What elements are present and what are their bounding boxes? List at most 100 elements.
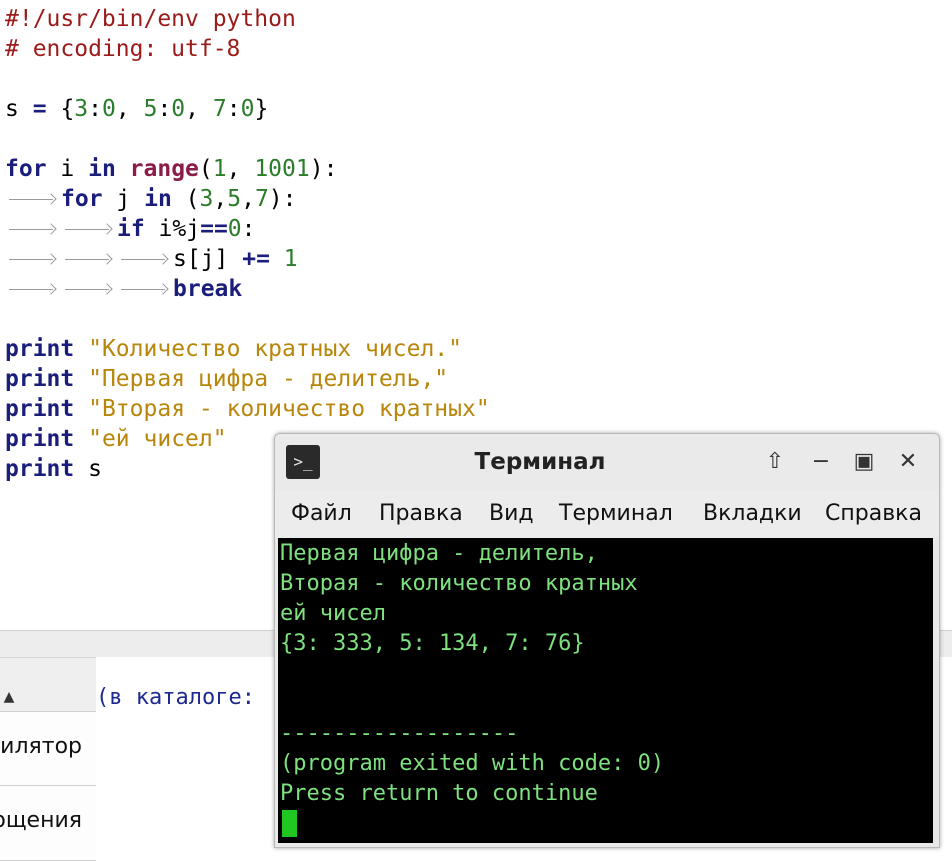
code-line-break: break: [5, 274, 242, 304]
token: i%j: [144, 216, 201, 242]
token: range: [129, 156, 199, 182]
tab-messages[interactable]: ощения: [0, 785, 96, 861]
token: for: [5, 156, 47, 182]
menu-help[interactable]: Справка: [825, 490, 922, 538]
token: s: [74, 456, 102, 482]
token: =: [32, 96, 47, 122]
token: print: [5, 426, 75, 452]
token: j: [102, 186, 145, 212]
terminal-screen[interactable]: Первая цифра - делитель, Вторая - количе…: [278, 538, 933, 843]
tab-compiler[interactable]: илятор: [0, 711, 96, 787]
token: "ей чисел": [88, 426, 227, 452]
tab-label: илятор: [0, 734, 82, 759]
token: if: [117, 216, 145, 242]
token: :: [226, 96, 241, 122]
terminal-cursor: [282, 810, 297, 837]
token: print: [5, 396, 75, 422]
menu-edit[interactable]: Правка: [379, 490, 463, 538]
tab-label: ощения: [0, 808, 82, 833]
terminal-title: Терминал: [474, 449, 606, 475]
token: :: [241, 216, 256, 242]
terminal-output-line: Вторая - количество кратных: [280, 571, 638, 596]
code-line-encoding: # encoding: utf-8: [5, 36, 241, 62]
side-tab-strip: ▲ илятор ощения: [0, 657, 96, 861]
code-line-shebang: #!/usr/bin/env python: [5, 6, 296, 32]
menu-view[interactable]: Вид: [489, 490, 534, 538]
token: ,: [226, 156, 255, 182]
code-line-print-3: print "Вторая - количество кратных": [5, 394, 490, 424]
token: :: [88, 96, 103, 122]
keep-above-button[interactable]: ⇧: [759, 446, 791, 478]
token: ,: [213, 186, 228, 212]
code-line-if: if i%j==0:: [5, 214, 256, 244]
token: ,: [241, 186, 255, 212]
token: "Первая цифра - делитель,": [88, 366, 449, 392]
token: {: [60, 96, 75, 122]
code-line-increment: s[j] += 1: [5, 244, 298, 274]
token: +=: [242, 246, 270, 272]
token: 1: [212, 156, 227, 182]
terminal-output-line: ------------------: [280, 721, 519, 746]
terminal-output-line: (program exited with code: 0): [280, 751, 665, 776]
tab-arrow-icon: [117, 244, 173, 274]
token: in: [144, 186, 172, 212]
terminal-output-line: Первая цифра - делитель,: [280, 541, 598, 566]
token: }: [254, 96, 269, 122]
token: "Количество кратных чисел.": [88, 336, 462, 362]
terminal-window[interactable]: >_ Терминал ⇧ − ▣ ✕ Файл Правка Вид Терм…: [274, 433, 940, 848]
code-line-print-2: print "Первая цифра - делитель,": [5, 364, 448, 394]
scroll-up-arrow-icon[interactable]: ▲: [0, 687, 18, 707]
terminal-menubar: Файл Правка Вид Терминал Вкладки Справка: [275, 490, 939, 538]
token: ,: [115, 96, 144, 122]
terminal-titlebar[interactable]: >_ Терминал ⇧ − ▣ ✕: [275, 434, 939, 490]
terminal-output-line: {3: 333, 5: 134, 7: 76}: [280, 631, 585, 656]
token: ,: [185, 96, 213, 122]
token: 7: [254, 186, 269, 212]
token: print: [5, 366, 75, 392]
token: 1001: [254, 156, 310, 182]
token: s: [5, 96, 19, 122]
code-line-print-1: print "Количество кратных чисел.": [5, 334, 462, 364]
token: print: [5, 456, 75, 482]
terminal-output-line: Press return to continue: [280, 781, 598, 806]
code-line-print-5: print s: [5, 454, 102, 484]
token: s[j]: [173, 246, 243, 272]
tab-arrow-icon: [5, 184, 61, 214]
terminal-output-line: ей чисел: [280, 601, 386, 626]
code-line-dict-init: s = {3:0, 5:0, 7:0}: [5, 94, 268, 124]
tab-arrow-icon: [117, 274, 173, 304]
token: ):: [309, 156, 338, 182]
compiler-output-text: (в каталоге:: [96, 685, 255, 710]
tab-arrow-icon: [61, 214, 117, 244]
close-button[interactable]: ✕: [892, 446, 924, 478]
token: 3: [199, 186, 214, 212]
token: (: [171, 186, 200, 212]
menu-file[interactable]: Файл: [291, 490, 352, 538]
menu-terminal[interactable]: Терминал: [559, 490, 673, 538]
code-line-for-i: for i in range(1, 1001):: [5, 154, 337, 184]
token: for: [61, 186, 103, 212]
token: 1: [269, 246, 298, 272]
code-line-for-j: for j in (3,5,7):: [5, 184, 297, 214]
token: 0: [240, 96, 255, 122]
token: i: [46, 156, 89, 182]
code-line-print-4: print "ей чисел": [5, 424, 227, 454]
maximize-button[interactable]: ▣: [848, 446, 880, 478]
tab-arrow-icon: [5, 214, 61, 244]
token: 7: [212, 96, 227, 122]
token: print: [5, 336, 75, 362]
tab-arrow-icon: [5, 274, 61, 304]
token: 5: [143, 96, 158, 122]
token: 0: [102, 96, 116, 122]
token: 5: [227, 186, 242, 212]
token: 3: [74, 96, 89, 122]
token: in: [88, 156, 116, 182]
token: (: [198, 156, 213, 182]
minimize-button[interactable]: −: [805, 446, 837, 478]
token: 0: [171, 96, 186, 122]
menu-tabs[interactable]: Вкладки: [703, 490, 802, 538]
tab-arrow-icon: [5, 244, 61, 274]
token: 0: [227, 216, 242, 242]
token: :: [157, 96, 172, 122]
tab-arrow-icon: [61, 274, 117, 304]
